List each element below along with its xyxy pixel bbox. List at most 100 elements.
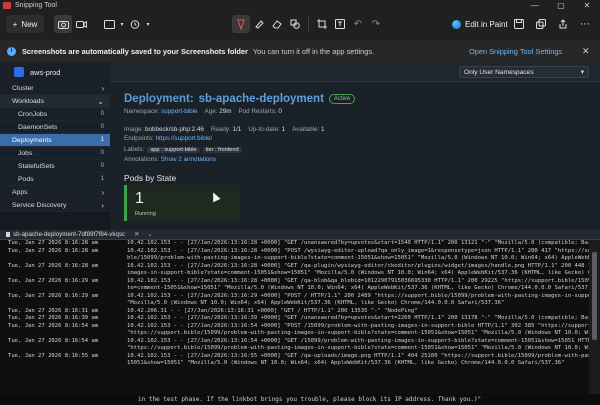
close-window-button[interactable]: ✕ — [574, 0, 600, 10]
terminal-log[interactable]: Tue, Jan 27 2026 8:16:28 am 10.42.102.153… — [0, 240, 589, 405]
ready-label: Ready: — [210, 126, 231, 133]
crop-icon[interactable] — [313, 15, 331, 33]
log-row: Tue, Jan 27 2026 8:16:29 am 10.42.102.153… — [0, 278, 589, 286]
log-timestamp: Tue, Jan 27 2026 8:16:28 am — [8, 247, 99, 254]
endpoint-link[interactable]: https://support.bible/ — [156, 135, 213, 142]
sidebar-item-count: 0 — [100, 163, 104, 169]
share-icon[interactable] — [554, 15, 572, 33]
more-options-icon[interactable]: ⋯ — [576, 15, 594, 33]
sidebar-item-count: 0 — [100, 150, 104, 156]
terminal-options-icon[interactable]: ⌄ — [147, 231, 152, 238]
terminal-tab[interactable]: sb-apache-deployment-7df89f7f84-vkqsc ✕ … — [0, 231, 153, 238]
log-row: Tue, Jan 27 2026 8:16:28 am 10.42.102.153… — [0, 263, 589, 271]
sidebar-nav: Cluster › Workloads ⌄ CronJobs 0 DaemonSets 0 De… — [0, 82, 110, 212]
save-icon[interactable] — [510, 15, 528, 33]
terminal-scrollbar[interactable] — [589, 240, 600, 405]
namespace-link[interactable]: support-bible — [161, 108, 197, 115]
eraser-icon[interactable] — [268, 15, 286, 33]
close-tab-icon[interactable]: ✕ — [134, 231, 139, 238]
chevron-right-icon: › — [101, 200, 104, 210]
log-message: 10.42.102.153 - - [27/Jan/2026:13:16:28 … — [127, 240, 589, 246]
bottom-page-text: in the test phase. If the linkbot brings… — [0, 394, 600, 405]
sidebar-item-workloads[interactable]: Workloads ⌄ — [0, 95, 110, 108]
scrollbar-thumb[interactable] — [592, 252, 597, 340]
age-label: Age: — [204, 108, 218, 115]
highlighter-icon[interactable] — [250, 15, 268, 33]
restarts-label: Pod Restarts: — [238, 108, 277, 115]
log-message: 10.42.102.153 - - [27/Jan/2026:13:16:39 … — [127, 315, 589, 321]
annotations-label: Annotations: — [124, 156, 160, 163]
minimize-button[interactable]: — — [522, 0, 548, 10]
uptodate-label: Up-to-date: — [248, 126, 280, 133]
plus-icon: + — [12, 19, 18, 29]
sidebar-item-statefulsets[interactable]: StatefulSets 0 — [0, 160, 110, 173]
pods-running-count: 1 — [135, 190, 144, 207]
video-mode-icon[interactable] — [72, 15, 90, 33]
sidebar-item-pods[interactable]: Pods 1 — [0, 173, 110, 186]
cluster-header[interactable]: aws-prod — [0, 62, 110, 82]
log-continuation: ble/15099/problem-with-pasting-images-in… — [127, 255, 589, 261]
labels-line: Labels: app : support-bible tier : fronten… — [124, 146, 242, 153]
pods-running-label: Running — [135, 211, 156, 217]
log-row: Tue, Jan 27 2026 8:16:28 am 10.42.102.153… — [0, 248, 589, 256]
age-value: 29m — [219, 108, 232, 115]
sidebar-item-label: Workloads — [12, 97, 44, 105]
log-timestamp: Tue, Jan 27 2026 8:16:39 am — [8, 315, 99, 321]
label-chip: tier : frontend — [202, 147, 242, 153]
sidebar-item-cluster[interactable]: Cluster › — [0, 82, 110, 95]
snipping-tool-logo-icon — [3, 1, 11, 9]
sidebar-item-count: 0 — [100, 111, 104, 117]
title-bar: Snipping Tool — ▢ ✕ — [0, 0, 600, 10]
log-row: Tue, Jan 27 2026 8:16:54 am 10.42.102.153… — [0, 338, 589, 346]
sidebar-item-daemonsets[interactable]: DaemonSets 0 — [0, 121, 110, 134]
camera-mode-icon[interactable] — [54, 15, 72, 33]
log-continuation: te=comment-15051&show=15051" "Mozilla/5.… — [127, 285, 589, 291]
snip-shape-icon[interactable] — [100, 15, 118, 33]
sidebar-item-jobs[interactable]: Jobs 0 — [0, 147, 110, 160]
log-continuation: "https://support.bible/15099/problem-wit… — [127, 345, 589, 351]
restarts-value: 0 — [278, 108, 282, 115]
namespace-label: Namespace: — [124, 108, 160, 115]
log-row: Tue, Jan 27 2026 8:16:55 am 10.42.102.153… — [0, 353, 589, 361]
ballpoint-pen-icon[interactable] — [232, 15, 250, 33]
toolbar-divider — [308, 17, 309, 31]
uptodate-value: 1 — [281, 126, 286, 133]
edit-in-paint-button[interactable]: Edit in Paint — [452, 15, 508, 33]
status-badge: Active — [328, 94, 356, 104]
redo-icon[interactable]: ↷ — [367, 15, 385, 33]
log-continuation: "https://support.bible/15099/problem-wit… — [127, 330, 589, 336]
chevron-down-icon[interactable]: ▾ — [118, 15, 126, 33]
maximize-button[interactable]: ▢ — [548, 0, 574, 10]
paint-logo-icon — [452, 19, 461, 29]
k8s-sidebar: aws-prod Cluster › Workloads ⌄ CronJobs 0 Daem… — [0, 62, 110, 230]
timer-chevron-icon[interactable]: ▾ — [144, 15, 152, 33]
shapes-icon[interactable] — [286, 15, 304, 33]
log-timestamp: Tue, Jan 27 2026 8:16:55 am — [8, 352, 99, 359]
deployment-stats-line: Image: bobbeck/sb-php:2.46 Ready: 1/1 Up… — [124, 126, 325, 133]
close-icon[interactable]: ✕ — [582, 46, 590, 57]
log-message: 10.42.102.153 - - [27/Jan/2026:13:16:29 … — [127, 292, 589, 299]
edit-in-paint-label: Edit in Paint — [465, 19, 508, 29]
copy-icon[interactable] — [532, 15, 550, 33]
sidebar-item-apps[interactable]: Apps › — [0, 186, 110, 199]
pods-running-card[interactable]: 1 Running — [124, 185, 240, 221]
undo-icon[interactable]: ↶ — [349, 15, 367, 33]
k8s-main-panel: Only User Namespaces ▾ Deployment: sb-ap… — [110, 62, 600, 230]
open-settings-link[interactable]: Open Snipping Tool Settings — [469, 47, 562, 56]
deployment-meta-line: Namespace: support-bible Age: 29m Pod Re… — [124, 108, 282, 115]
sidebar-item-deployments[interactable]: Deployments 1 — [0, 134, 110, 147]
info-bar-message: Screenshots are automatically saved to y… — [22, 46, 248, 56]
timer-icon[interactable] — [126, 15, 144, 33]
text-actions-icon[interactable] — [331, 15, 349, 33]
show-annotations-link[interactable]: Show 2 annotations — [161, 156, 216, 163]
namespace-select[interactable]: Only User Namespaces ▾ — [459, 66, 589, 78]
sidebar-item-label: StatefulSets — [18, 162, 55, 170]
sidebar-item-cronjobs[interactable]: CronJobs 0 — [0, 108, 110, 121]
sidebar-item-service-discovery[interactable]: Service Discovery › — [0, 199, 110, 212]
log-timestamp: Tue, Jan 27 2026 8:16:54 am — [8, 322, 99, 329]
deployment-title-prefix: Deployment: — [124, 93, 194, 105]
new-snip-button[interactable]: + New — [6, 15, 44, 33]
document-icon — [6, 232, 10, 237]
info-bar-subtext: You can turn it off in the app settings. — [252, 46, 375, 56]
log-message: 10.42.102.153 - - [27/Jan/2026:13:16:28 … — [127, 277, 589, 284]
